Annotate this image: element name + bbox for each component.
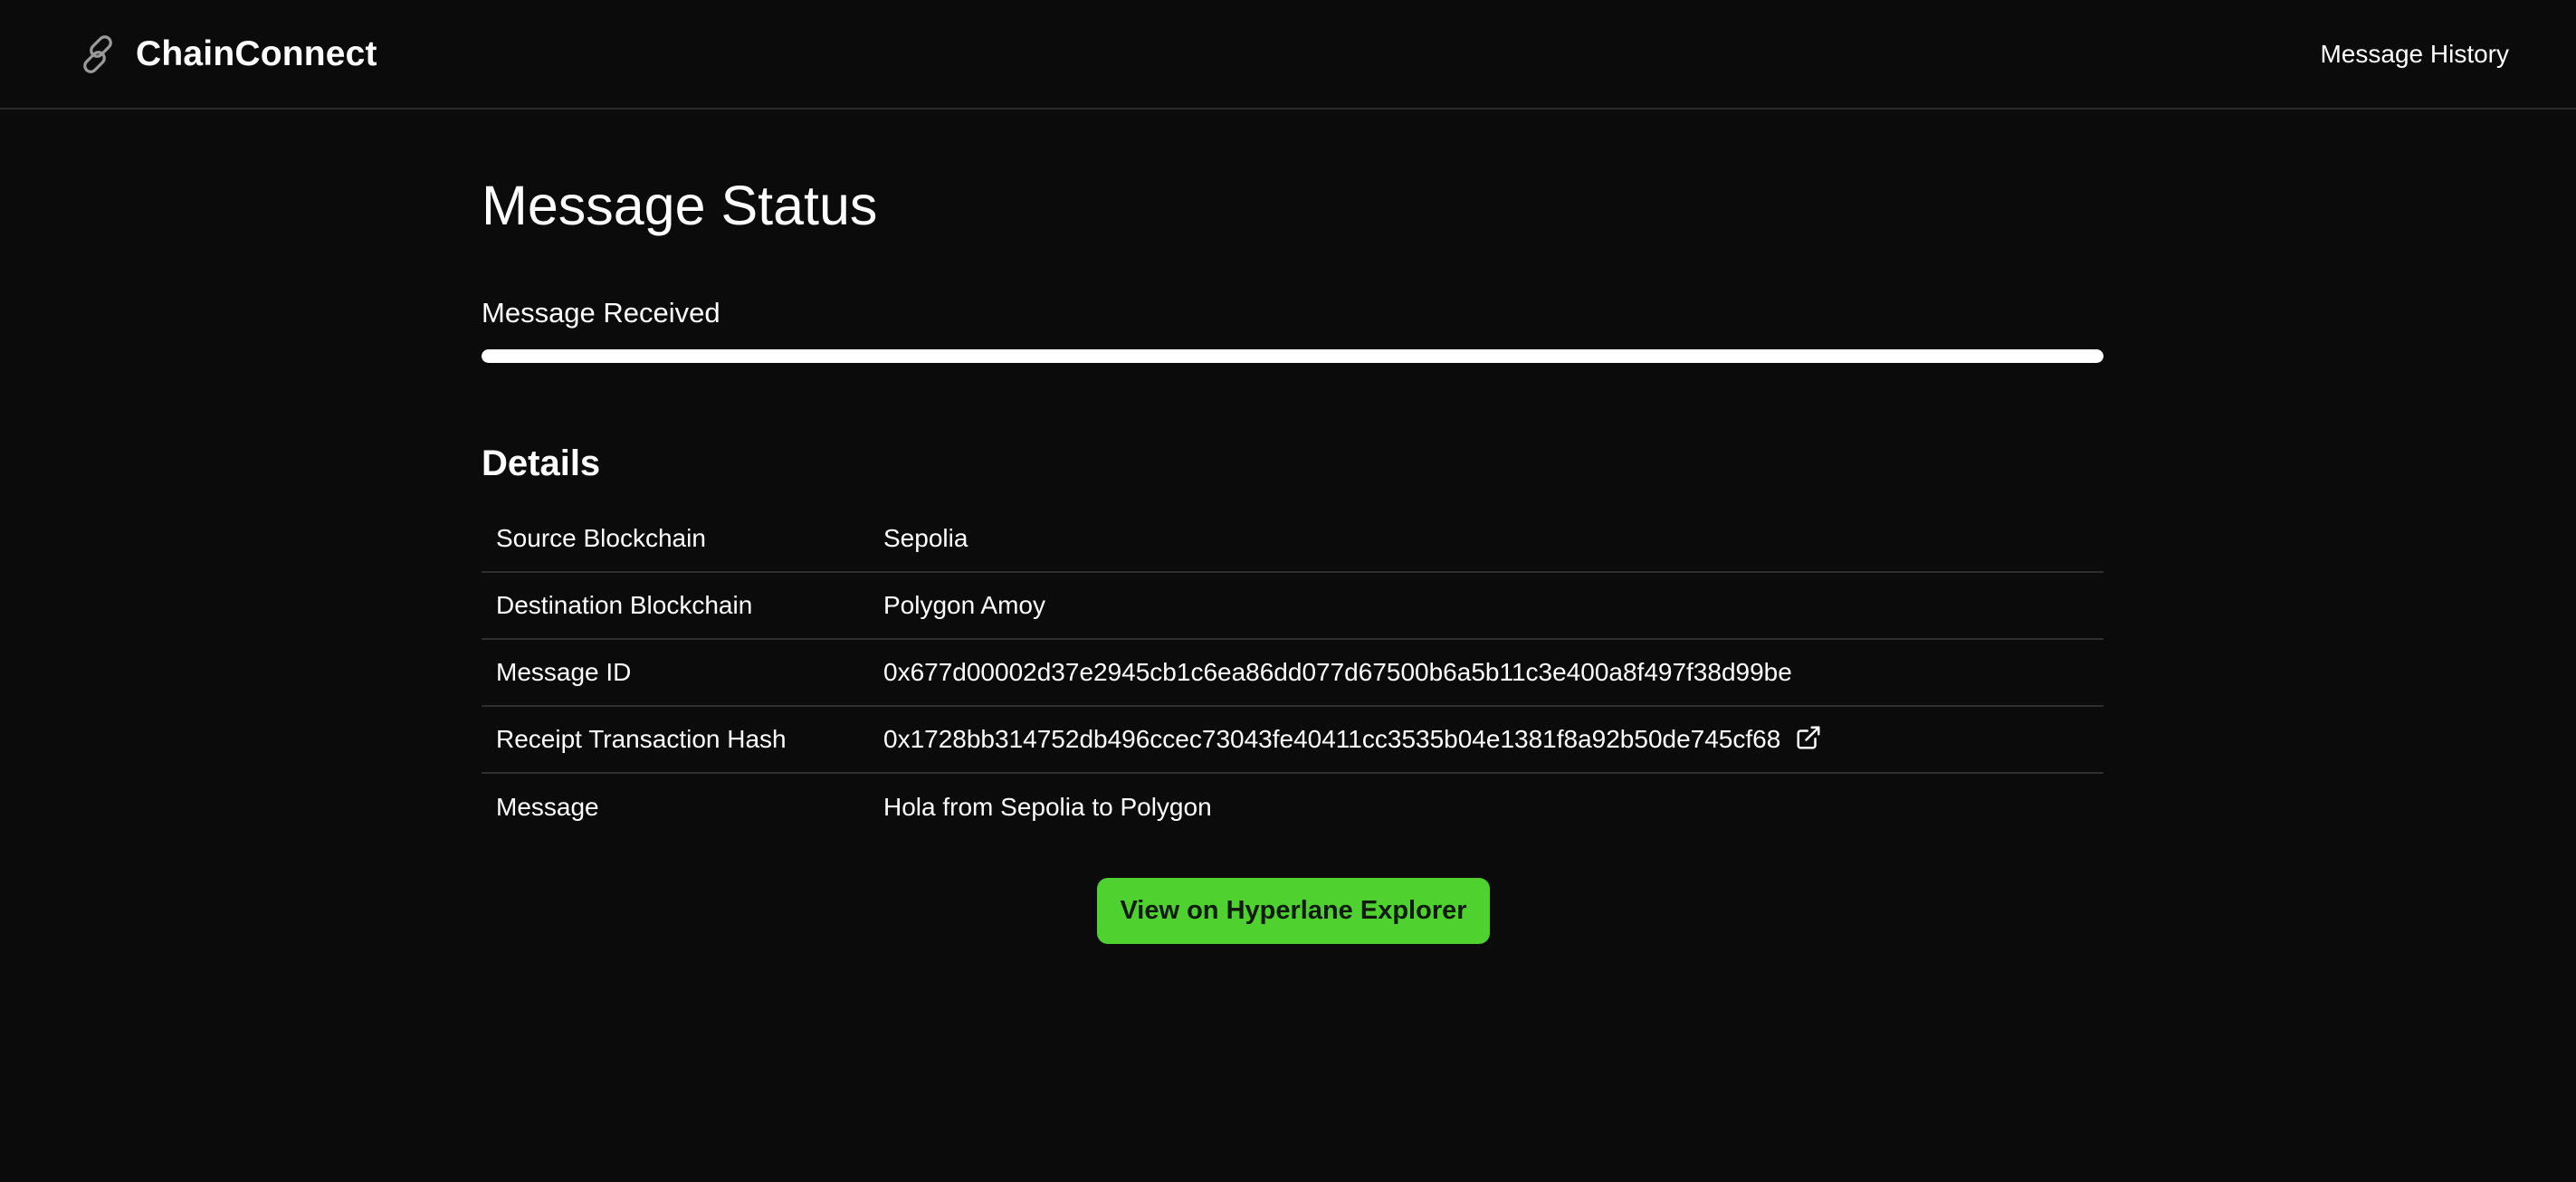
nav-message-history[interactable]: Message History (2320, 36, 2509, 72)
detail-row-message: Message Hola from Sepolia to Polygon (482, 772, 2104, 840)
view-on-hyperlane-explorer-button[interactable]: View on Hyperlane Explorer (1097, 878, 1490, 944)
receipt-transaction-hash: 0x1728bb314752db496ccec73043fe40411cc353… (883, 725, 1781, 753)
detail-label: Message (482, 772, 883, 840)
top-header: ChainConnect Message History (0, 0, 2576, 110)
brand-logo[interactable]: ChainConnect (76, 31, 377, 78)
status-progress-bar (482, 349, 2104, 363)
detail-label: Destination Blockchain (482, 571, 883, 639)
brand-name: ChainConnect (136, 34, 377, 73)
detail-value: Hola from Sepolia to Polygon (883, 772, 2104, 840)
status-progress-fill (482, 349, 2104, 363)
external-link-icon[interactable] (1795, 724, 1822, 751)
chain-link-icon (83, 35, 112, 73)
page-title: Message Status (482, 175, 878, 236)
details-heading: Details (482, 443, 601, 483)
detail-label: Receipt Transaction Hash (482, 705, 883, 773)
detail-row-message-id: Message ID 0x677d00002d37e2945cb1c6ea86d… (482, 638, 2104, 706)
detail-value: Polygon Amoy (883, 571, 2104, 639)
detail-label: Source Blockchain (496, 523, 706, 552)
detail-value: Sepolia (883, 523, 968, 552)
detail-value: 0x677d00002d37e2945cb1c6ea86dd077d67500b… (883, 638, 2104, 706)
detail-row-source-blockchain: Source Blockchain Sepolia (482, 505, 2104, 572)
detail-value-with-link: 0x1728bb314752db496ccec73043fe40411cc353… (883, 705, 2104, 773)
detail-row-receipt-transaction-hash: Receipt Transaction Hash 0x1728bb314752d… (482, 705, 2104, 773)
status-label: Message Received (482, 297, 720, 329)
detail-label: Message ID (482, 638, 883, 706)
detail-row-destination-blockchain: Destination Blockchain Polygon Amoy (482, 571, 2104, 639)
details-table: Source Blockchain Sepolia Destination Bl… (482, 505, 2104, 840)
